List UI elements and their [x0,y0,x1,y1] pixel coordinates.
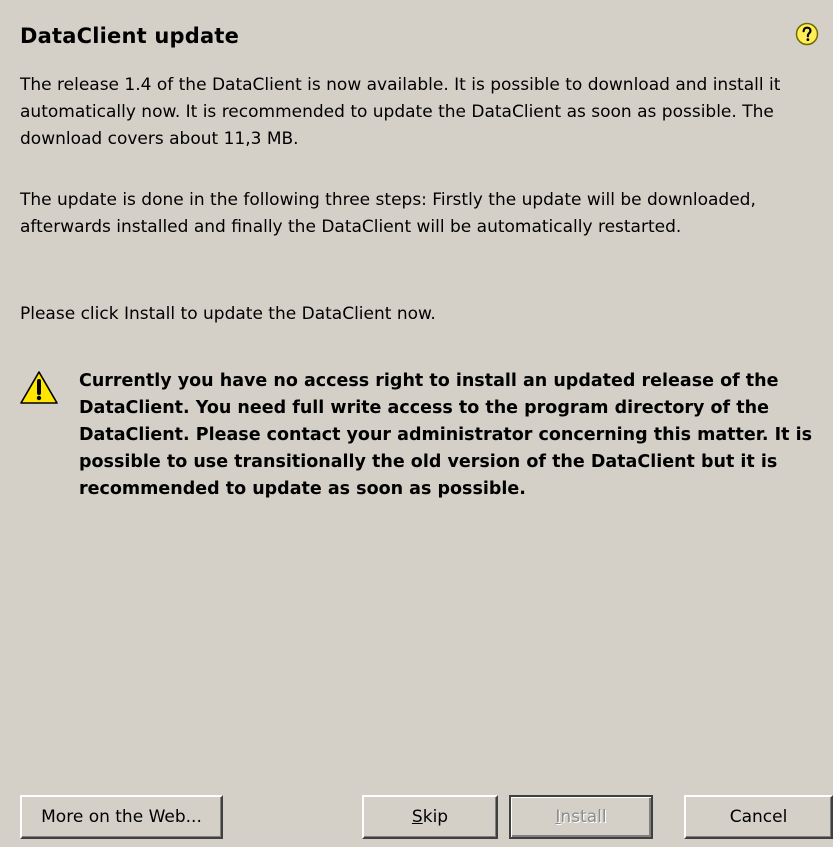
more-on-web-button[interactable]: More on the Web... [20,795,223,839]
install-instruction-text: Please click Install to update the DataC… [20,304,436,324]
more-on-web-label: More on the Web... [41,807,202,827]
cancel-label: Cancel [729,807,788,827]
skip-label: Skip [411,807,449,827]
skip-button[interactable]: Skip [362,795,498,839]
update-dialog: DataClient update The release 1.4 of the… [0,0,833,847]
install-button[interactable]: Install [509,795,653,839]
install-label: Install [555,807,607,827]
warning-triangle-icon [20,371,58,404]
release-info-text: The release 1.4 of the DataClient is now… [20,75,781,149]
access-warning-text: Currently you have no access right to in… [79,371,812,499]
update-steps-text: The update is done in the following thre… [20,190,756,237]
cancel-button[interactable]: Cancel [684,795,833,839]
question-mark-icon[interactable] [795,22,819,46]
dialog-title: DataClient update [20,24,240,48]
